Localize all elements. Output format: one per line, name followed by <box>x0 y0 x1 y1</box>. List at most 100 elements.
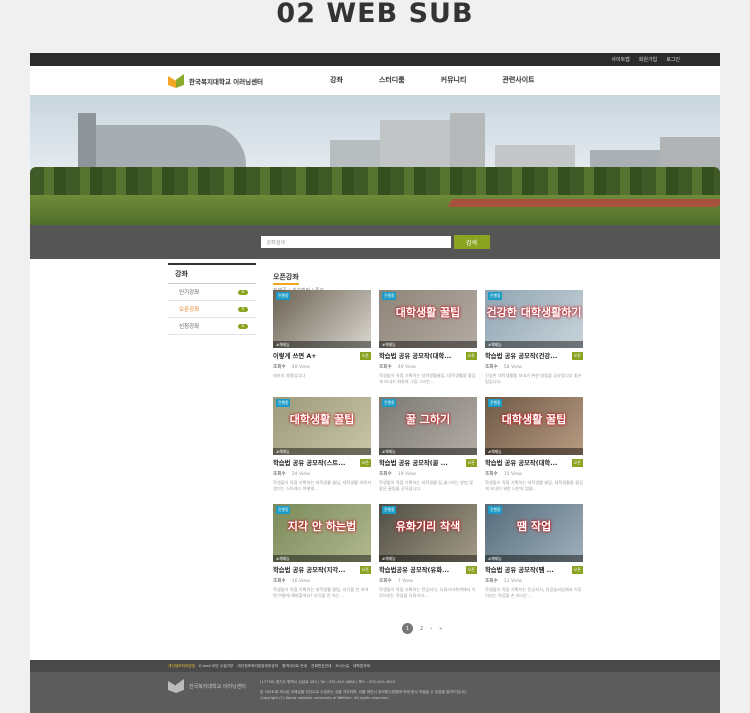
footer-link[interactable]: 대학업자메 <box>353 664 370 669</box>
footer-link[interactable]: 전화번호안내 <box>311 664 331 669</box>
course-title[interactable]: 학습법 공유 공모작(대학... <box>379 351 451 360</box>
open-badge: 오픈 <box>571 458 583 467</box>
course-thumbnail[interactable]: 진행중 대학생활 꿀팁 #체제능 <box>485 397 583 455</box>
course-title[interactable]: 이렇게 쓰면 A+ <box>273 351 317 360</box>
status-badge: 진행중 <box>488 399 503 407</box>
logo-icon <box>168 74 184 88</box>
course-title[interactable]: 학습법공유 공모작(유화... <box>379 565 449 574</box>
course-thumbnail[interactable]: 진행중 #체제능 <box>273 290 371 348</box>
open-badge: 오픈 <box>465 458 477 467</box>
page-title: 02 WEB SUB <box>276 0 474 29</box>
footer-logo: 한국복지대학교 이러닝센터 <box>168 679 246 693</box>
course-thumbnail[interactable]: 진행중건강한 대학생활하기 #체제능 <box>485 290 583 348</box>
website-frame: 사이트맵 회원가입 로그인 한국복지대학교 이러닝센터 강좌 스터디룸 커뮤니티… <box>30 53 720 713</box>
footer-copyright: Copyright (C) Korea national university … <box>260 696 389 700</box>
status-badge: 진행중 <box>488 292 503 300</box>
open-badge: 오픈 <box>465 351 477 360</box>
nav-courses[interactable]: 강좌 <box>330 75 343 85</box>
site-footer: 한국복지대학교 이러닝센터 (17738) 경기도 평택시 삼남로 283 | … <box>30 672 720 713</box>
course-description: 건강한 대학생활을 보내기 위한 방법을 공유합니다 좋은팁입니다. <box>485 373 582 384</box>
course-title[interactable]: 학습법 공유 공모작(스트... <box>273 458 345 467</box>
login-link[interactable]: 로그인 <box>666 56 680 63</box>
search-input[interactable]: 강좌검색 <box>260 236 451 248</box>
thumbnail-caption: 건강한 대학생활하기 <box>486 306 582 319</box>
next-page-button[interactable]: › <box>430 626 432 632</box>
footer-link[interactable]: 오시는길 <box>335 664 349 669</box>
views-count: 11 View <box>503 579 522 584</box>
status-badge: 진행중 <box>382 292 397 300</box>
views-label: 조회수 <box>379 579 392 584</box>
views-label: 조회수 <box>379 365 392 370</box>
course-tag: #체제능 <box>379 555 477 562</box>
sidebar-item-popular[interactable]: 인기강좌 6 <box>168 284 256 301</box>
thumbnail-caption: 유화기리 착색 <box>395 520 461 533</box>
sidebar-item-open[interactable]: 오픈강좌 6 <box>168 301 256 318</box>
sidebar-count-badge: 6 <box>238 306 248 312</box>
footer-link[interactable]: 원격사이트 안내 <box>282 664 307 669</box>
nav-studyroom[interactable]: 스터디룸 <box>379 75 405 85</box>
course-tag: #체제능 <box>273 555 371 562</box>
logo-text: 한국복지대학교 이러닝센터 <box>189 78 264 86</box>
course-card[interactable]: 진행중 꿀 그하기 #체제능학습법 공유 공모작(꿀 ... 오픈조회수 19 View… <box>379 397 477 504</box>
course-thumbnail[interactable]: 진행중 유화기리 착색 #체제능 <box>379 504 477 562</box>
thumbnail-caption: 땜 작업 <box>516 520 552 533</box>
course-tag: #체제능 <box>485 341 583 348</box>
sidebar-title: 강좌 <box>168 263 256 284</box>
views-label: 조회수 <box>379 472 392 477</box>
course-card[interactable]: 진행중 #체제능 이렇게 쓰면 A+ 오픈 조회수 40 View 레카지 설명입니다 <box>273 290 371 397</box>
course-thumbnail[interactable]: 진행중 꿀 그하기 #체제능 <box>379 397 477 455</box>
views-label: 조회수 <box>273 472 286 477</box>
sidebar-count-badge: 6 <box>238 323 248 329</box>
course-tag: #체제능 <box>273 341 371 348</box>
top-utility-bar: 사이트맵 회원가입 로그인 <box>30 53 720 66</box>
search-button[interactable]: 검색 <box>453 235 490 249</box>
main-nav: 강좌 스터디룸 커뮤니티 관련사이트 <box>330 75 571 85</box>
page-link[interactable]: 2 <box>420 626 423 632</box>
course-card[interactable]: 진행중 대학생활 꿀팁 #체제능 학습법 공유 공모작(대학... 오픈 조회수 15 Vi… <box>485 397 583 504</box>
course-description: 학생들이 직접 기획하는 대학생활 꿀팁, 지각을 안 하려면 어떻게 해야할까… <box>273 587 369 598</box>
nav-community[interactable]: 커뮤니티 <box>441 75 467 85</box>
course-description: 학생들이 직접 기획하는 전공지식, 유공솜씨업에서 이루어지는 작업을 손 보… <box>485 587 582 598</box>
course-card[interactable]: 진행중 건강한 대학생활하기 #체제능 학습법 공유 공모작(건강... 오픈 조회수 58… <box>485 290 583 397</box>
signup-link[interactable]: 회원가입 <box>639 56 657 63</box>
nav-related-sites[interactable]: 관련사이트 <box>502 75 534 85</box>
course-thumbnail[interactable]: 진행중 대학생활 꿀팁 #체제능 <box>273 397 371 455</box>
footer-link[interactable]: E-mail 무단 수집거부 <box>199 664 233 669</box>
course-description: 학생들이 직접 기획하는 대학생활 꿀팁, 대학생활 하면서 생기는 스트레스 … <box>273 480 371 491</box>
course-thumbnail[interactable]: 진행중 땜 작업 #체제능 <box>485 504 583 562</box>
logo-icon <box>168 679 184 693</box>
sidebar: 강좌 인기강좌 6 오픈강좌 6 신청강좌 6 <box>168 263 256 335</box>
page-current[interactable]: 1 <box>402 623 413 634</box>
footer-link[interactable]: 개인정보처리방침세부공지 <box>237 664 278 669</box>
status-badge: 진행중 <box>276 506 291 514</box>
course-thumbnail[interactable]: 진행중지각 안 하는법 #체제능 <box>273 504 371 562</box>
open-badge: 오픈 <box>571 565 583 574</box>
course-tag: #체제능 <box>485 448 583 455</box>
views-label: 조회수 <box>273 579 286 584</box>
views-count: 19 View <box>397 472 416 477</box>
course-description: 학생들이 직접 기획하는 대학생활꿀팁, 대학생활을 즐겁게 보내기 위하여 그… <box>379 373 476 384</box>
course-card[interactable]: 진행중 유화기리 착색 #체제능 학습법공유 공모작(유화... 오픈 조회수 7 View… <box>379 504 477 611</box>
thumbnail-caption: 지각 안 하는법 <box>287 520 357 533</box>
footer-link[interactable]: 개인정보처리방침 <box>168 664 195 669</box>
course-title[interactable]: 학습법 공유 공모작(땜 ... <box>485 565 554 574</box>
sitemap-link[interactable]: 사이트맵 <box>611 56 629 63</box>
course-card[interactable]: 진행중 땜 작업 #체제능 학습법 공유 공모작(땜 ... 오픈 조회수 11 View 학… <box>485 504 583 611</box>
sidebar-item-label: 신청강좌 <box>179 324 200 330</box>
course-title[interactable]: 학습법 공유 공모작(건강... <box>485 351 557 360</box>
course-card[interactable]: 진행중 대학생활 꿀팁 #체제능 학습법 공유 공모작(대학... 오픈 조회수 40 Vi… <box>379 290 477 397</box>
sidebar-item-label: 오픈강좌 <box>179 307 200 313</box>
views-label: 조회수 <box>485 472 498 477</box>
site-logo[interactable]: 한국복지대학교 이러닝센터 <box>168 74 263 88</box>
course-grid: 진행중 #체제능 이렇게 쓰면 A+ 오픈 조회수 40 View 레카지 설명입니다 진행중… <box>273 290 583 611</box>
last-page-button[interactable]: » <box>439 626 442 632</box>
course-card[interactable]: 진행중 지각 안 하는법 #체제능 학습법 공유 공모작(지각... 오픈 조회수 16 V… <box>273 504 371 611</box>
thumbnail-caption: 대학생활 꿀팁 <box>289 413 355 426</box>
course-title[interactable]: 학습법 공유 공모작(꿀 ... <box>379 458 448 467</box>
course-title[interactable]: 학습법 공유 공모작(지각... <box>273 565 345 574</box>
course-card[interactable]: 진행중 대학생활 꿀팁 #체제능 학습법 공유 공모작(스트... 오픈 조회수 24 Vi… <box>273 397 371 504</box>
course-title[interactable]: 학습법 공유 공모작(대학... <box>485 458 557 467</box>
sidebar-item-applied[interactable]: 신청강좌 6 <box>168 318 256 335</box>
course-thumbnail[interactable]: 진행중 대학생활 꿀팁 #체제능 <box>379 290 477 348</box>
open-badge: 오픈 <box>571 351 583 360</box>
